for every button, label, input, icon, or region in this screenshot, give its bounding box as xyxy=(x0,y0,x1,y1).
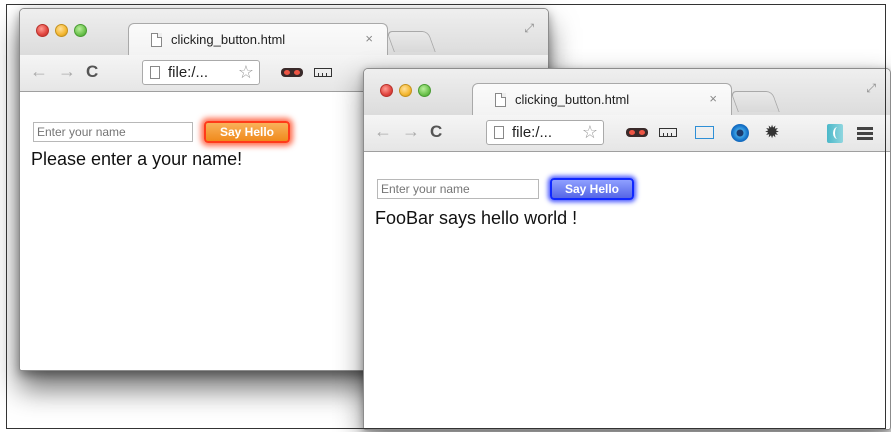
tab-close-icon[interactable]: × xyxy=(709,91,717,106)
url-text: file:/... xyxy=(168,64,209,81)
ruler-icon[interactable] xyxy=(314,64,334,81)
page-icon xyxy=(150,66,160,79)
say-hello-button[interactable]: Say Hello xyxy=(204,121,290,143)
close-window-button[interactable] xyxy=(36,24,49,37)
name-input[interactable] xyxy=(33,122,193,142)
new-tab-button[interactable] xyxy=(730,91,780,112)
tab-close-icon[interactable]: × xyxy=(365,31,373,46)
incognito-mask-icon[interactable] xyxy=(281,64,303,81)
page-icon xyxy=(151,33,162,47)
url-text: file:/... xyxy=(512,124,553,141)
address-bar[interactable]: file:/... ☆ xyxy=(142,60,260,85)
output-message: Please enter a your name! xyxy=(31,149,243,169)
tab-title: clicking_button.html xyxy=(515,92,630,107)
title-bar: clicking_button.html × ⤢ xyxy=(20,9,548,57)
address-bar[interactable]: file:/... ☆ xyxy=(486,120,604,145)
bookmark-star-icon[interactable]: ☆ xyxy=(582,122,598,143)
window-controls xyxy=(36,24,87,37)
browser-tab[interactable]: clicking_button.html × xyxy=(128,23,388,57)
browser-window-front: clicking_button.html × ⤢ ← → C file:/...… xyxy=(363,68,891,430)
close-window-button[interactable] xyxy=(380,84,393,97)
zoom-window-button[interactable] xyxy=(418,84,431,97)
forward-arrow-icon[interactable]: → xyxy=(402,121,420,142)
say-hello-button[interactable]: Say Hello xyxy=(550,178,634,200)
gear-icon[interactable]: ✹ xyxy=(763,123,781,141)
minimize-window-button[interactable] xyxy=(399,84,412,97)
eye-dropper-icon[interactable] xyxy=(731,124,749,142)
chrome-menu-icon[interactable] xyxy=(857,124,873,141)
back-arrow-icon[interactable]: ← xyxy=(30,61,48,82)
title-bar: clicking_button.html × ⤢ xyxy=(364,69,890,117)
extension-icon[interactable] xyxy=(827,124,843,143)
new-tab-button[interactable] xyxy=(386,31,436,52)
toolbar: ← → C file:/... ☆ ✹ xyxy=(364,115,890,152)
fullscreen-icon[interactable]: ⤢ xyxy=(866,81,876,96)
ruler-icon[interactable] xyxy=(659,124,679,141)
output-message: FooBar says hello world ! xyxy=(375,208,578,228)
page-icon xyxy=(494,126,504,139)
zoom-window-button[interactable] xyxy=(74,24,87,37)
minimize-window-button[interactable] xyxy=(55,24,68,37)
fullscreen-icon[interactable]: ⤢ xyxy=(524,21,534,36)
incognito-mask-icon[interactable] xyxy=(626,124,648,141)
back-arrow-icon[interactable]: ← xyxy=(374,121,392,142)
browser-tab[interactable]: clicking_button.html × xyxy=(472,83,732,117)
page-content: Say Hello FooBar says hello world ! xyxy=(364,152,890,429)
forward-arrow-icon[interactable]: → xyxy=(58,61,76,82)
bookmark-star-icon[interactable]: ☆ xyxy=(238,62,254,83)
tab-title: clicking_button.html xyxy=(171,32,286,47)
window-resizer-icon[interactable] xyxy=(695,124,715,141)
page-icon xyxy=(495,93,506,107)
name-input[interactable] xyxy=(377,179,539,199)
window-controls xyxy=(380,84,431,97)
reload-icon[interactable]: C xyxy=(430,122,442,142)
reload-icon[interactable]: C xyxy=(86,62,98,82)
